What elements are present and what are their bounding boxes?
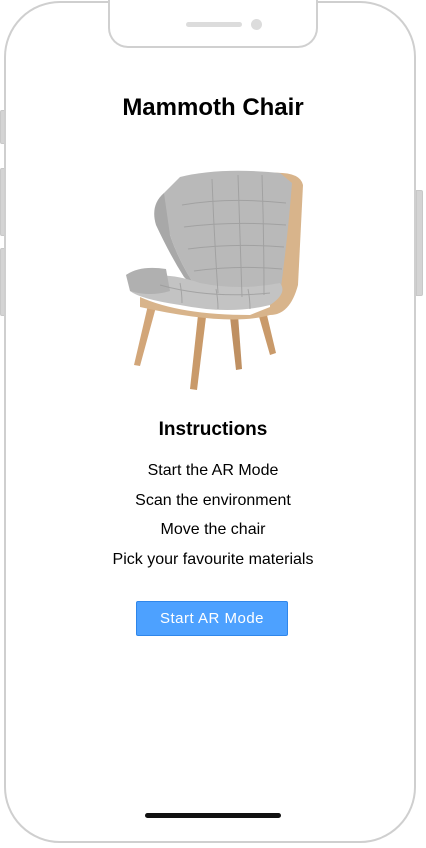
start-ar-mode-button[interactable]: Start AR Mode [136, 601, 288, 636]
chair-image [126, 170, 303, 390]
home-indicator[interactable] [145, 813, 281, 818]
instructions-list: Start the AR Mode Scan the environment M… [0, 460, 426, 578]
instruction-item: Move the chair [160, 521, 266, 539]
page-title: Mammoth Chair [122, 94, 304, 121]
instruction-item: Start the AR Mode [147, 462, 279, 479]
speaker-grille [186, 22, 242, 27]
instruction-item: Scan the environment [135, 491, 291, 509]
power-button [416, 190, 423, 296]
instruction-item: Pick your favourite materials [112, 550, 314, 568]
front-camera [251, 19, 262, 30]
instructions-heading: Instructions [158, 419, 268, 440]
